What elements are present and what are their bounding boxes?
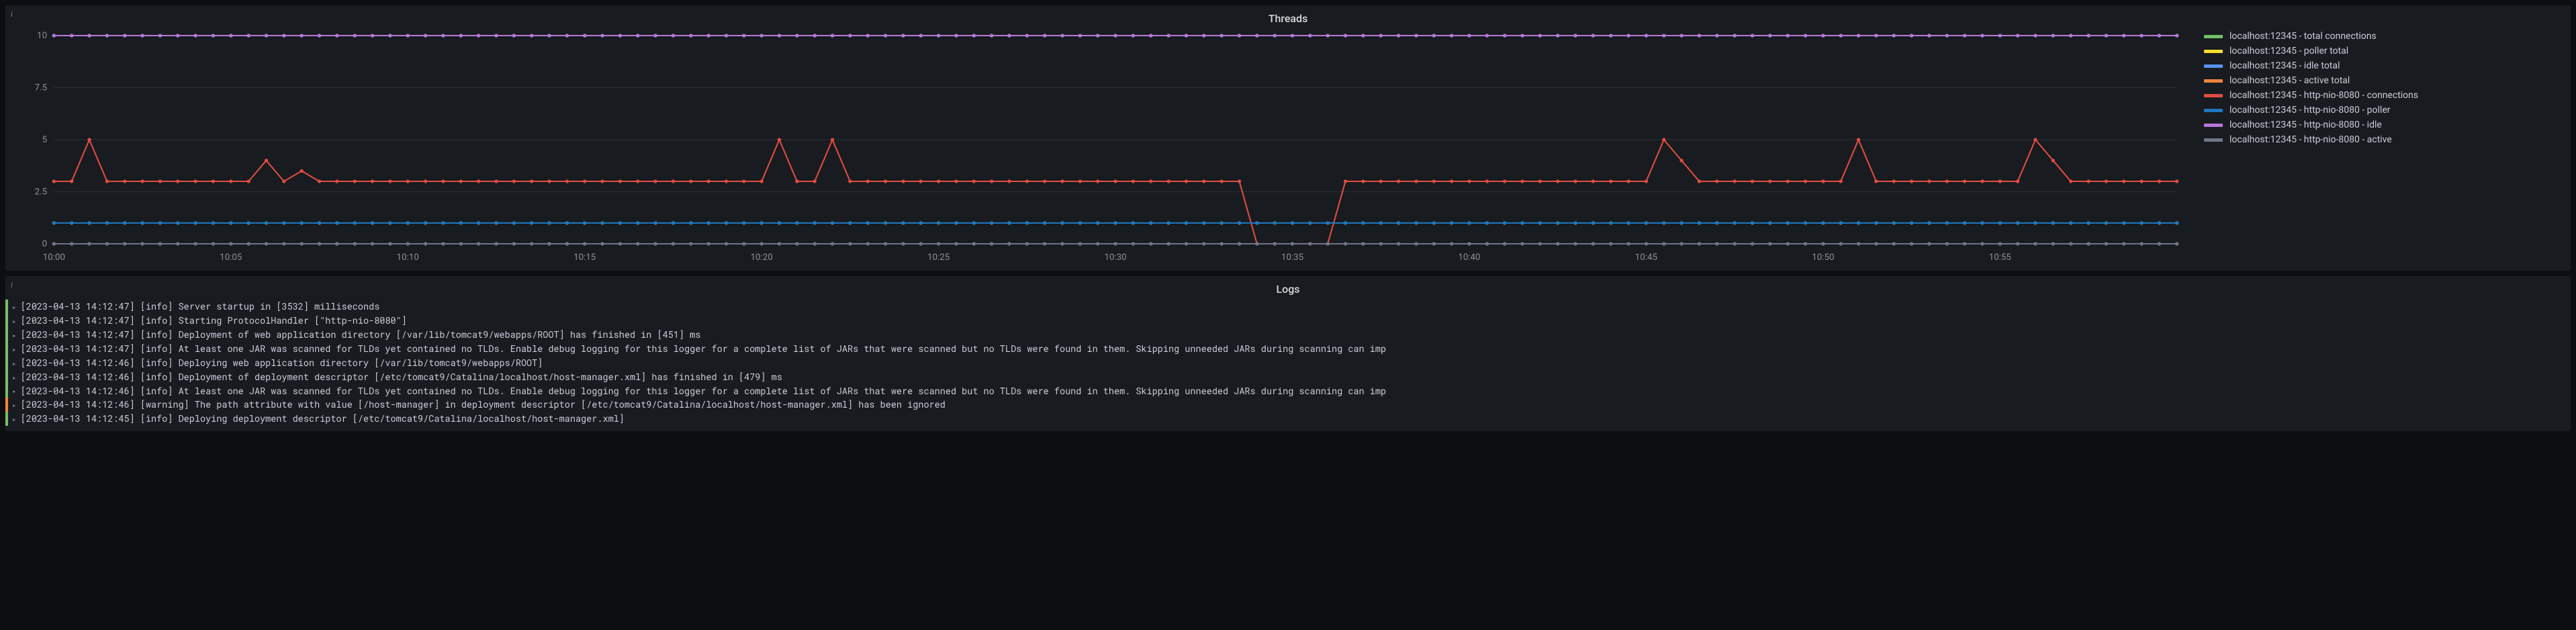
panel-title-threads[interactable]: Threads: [5, 5, 2571, 29]
expand-caret-icon[interactable]: ▸: [12, 413, 17, 424]
log-text: [2023-04-13 14:12:46] [info] At least on…: [21, 384, 1386, 398]
log-line[interactable]: ▸ [2023-04-13 14:12:45] [info] Deploying …: [5, 412, 2571, 426]
legend-label: localhost:12345 - http-nio-8080 - idle: [2229, 120, 2382, 130]
log-level-bar: [5, 314, 8, 328]
threads-chart-svg: 0 2.5 5 7.5 10 10:00 10:05 10:10 10:15 10:20 10:25…: [16, 29, 2184, 264]
svg-text:5: 5: [42, 135, 47, 145]
logs-panel: i Logs ▸ [2023-04-13 14:12:47] [info] Ser…: [5, 276, 2571, 431]
legend-swatch: [2204, 138, 2223, 142]
svg-text:10:40: 10:40: [1458, 253, 1480, 263]
log-text: [2023-04-13 14:12:47] [info] Deployment …: [21, 328, 701, 342]
info-icon[interactable]: i: [11, 280, 13, 289]
legend-label: localhost:12345 - active total: [2229, 75, 2350, 86]
expand-caret-icon[interactable]: ▸: [12, 329, 17, 341]
legend-item[interactable]: localhost:12345 - http-nio-8080 - active: [2204, 132, 2560, 147]
legend-label: localhost:12345 - http-nio-8080 - active: [2229, 134, 2392, 145]
legend-label: localhost:12345 - http-nio-8080 - connec…: [2229, 90, 2418, 101]
legend-label: localhost:12345 - total connections: [2229, 31, 2377, 42]
svg-text:0: 0: [42, 239, 47, 249]
legend-swatch: [2204, 35, 2223, 38]
expand-caret-icon[interactable]: ▸: [12, 385, 17, 396]
log-line[interactable]: ▸ [2023-04-13 14:12:46] [warning] The pat…: [5, 398, 2571, 412]
legend-swatch: [2204, 79, 2223, 83]
legend-item[interactable]: localhost:12345 - http-nio-8080 - idle: [2204, 118, 2560, 132]
log-level-bar: [5, 398, 8, 412]
expand-caret-icon[interactable]: ▸: [12, 371, 17, 383]
expand-caret-icon[interactable]: ▸: [12, 315, 17, 326]
log-level-bar: [5, 356, 8, 370]
legend-swatch: [2204, 94, 2223, 97]
chart-container: 0 2.5 5 7.5 10 10:00 10:05 10:10 10:15 10:20 10:25…: [5, 29, 2571, 271]
svg-text:10:45: 10:45: [1635, 253, 1657, 263]
log-level-bar: [5, 300, 8, 314]
expand-caret-icon[interactable]: ▸: [12, 301, 17, 312]
legend-label: localhost:12345 - http-nio-8080 - poller: [2229, 105, 2390, 116]
svg-text:10:35: 10:35: [1281, 253, 1303, 263]
log-level-bar: [5, 384, 8, 398]
legend-item[interactable]: localhost:12345 - active total: [2204, 73, 2560, 88]
log-text: [2023-04-13 14:12:47] [info] At least on…: [21, 342, 1386, 356]
threads-panel: i Threads 0 2.5 5 7.5 10 10:00 10:05 10:10 10:15…: [5, 5, 2571, 271]
expand-caret-icon[interactable]: ▸: [12, 399, 17, 410]
log-text: [2023-04-13 14:12:45] [info] Deploying d…: [21, 412, 625, 426]
svg-text:10: 10: [37, 31, 47, 41]
svg-text:10:15: 10:15: [573, 253, 596, 263]
legend-label: localhost:12345 - idle total: [2229, 60, 2340, 71]
legend-swatch: [2204, 109, 2223, 112]
expand-caret-icon[interactable]: ▸: [12, 357, 17, 369]
svg-text:10:00: 10:00: [43, 253, 65, 263]
log-text: [2023-04-13 14:12:47] [info] Starting Pr…: [21, 314, 407, 328]
log-level-bar: [5, 328, 8, 342]
chart-legend: localhost:12345 - total connections local…: [2184, 29, 2560, 264]
logs-list[interactable]: ▸ [2023-04-13 14:12:47] [info] Server sta…: [5, 300, 2571, 431]
log-text: [2023-04-13 14:12:46] [warning] The path…: [21, 398, 946, 412]
log-level-bar: [5, 342, 8, 356]
legend-item[interactable]: localhost:12345 - poller total: [2204, 44, 2560, 58]
svg-text:10:50: 10:50: [1812, 253, 1834, 263]
legend-item[interactable]: localhost:12345 - http-nio-8080 - connec…: [2204, 88, 2560, 103]
svg-text:10:20: 10:20: [751, 253, 773, 263]
svg-text:10:05: 10:05: [220, 253, 242, 263]
panel-title-logs[interactable]: Logs: [5, 276, 2571, 300]
svg-text:10:10: 10:10: [397, 253, 419, 263]
svg-text:10:55: 10:55: [1989, 253, 2011, 263]
legend-swatch: [2204, 124, 2223, 127]
log-line[interactable]: ▸ [2023-04-13 14:12:46] [info] At least o…: [5, 384, 2571, 398]
log-line[interactable]: ▸ [2023-04-13 14:12:47] [info] Deployment…: [5, 328, 2571, 342]
log-level-bar: [5, 370, 8, 384]
legend-item[interactable]: localhost:12345 - http-nio-8080 - poller: [2204, 103, 2560, 118]
log-line[interactable]: ▸ [2023-04-13 14:12:46] [info] Deploying …: [5, 356, 2571, 370]
log-line[interactable]: ▸ [2023-04-13 14:12:46] [info] Deployment…: [5, 370, 2571, 384]
expand-caret-icon[interactable]: ▸: [12, 343, 17, 355]
log-line[interactable]: ▸ [2023-04-13 14:12:47] [info] Starting P…: [5, 314, 2571, 328]
legend-swatch: [2204, 50, 2223, 53]
svg-text:10:25: 10:25: [927, 253, 950, 263]
log-level-bar: [5, 412, 8, 426]
chart-plot-area[interactable]: 0 2.5 5 7.5 10 10:00 10:05 10:10 10:15 10:20 10:25…: [16, 29, 2184, 264]
svg-text:2.5: 2.5: [35, 187, 47, 197]
svg-text:10:30: 10:30: [1104, 253, 1126, 263]
log-line[interactable]: ▸ [2023-04-13 14:12:47] [info] At least o…: [5, 342, 2571, 356]
legend-swatch: [2204, 64, 2223, 68]
info-icon[interactable]: i: [11, 9, 13, 19]
log-line[interactable]: ▸ [2023-04-13 14:12:47] [info] Server sta…: [5, 300, 2571, 314]
log-text: [2023-04-13 14:12:47] [info] Server star…: [21, 300, 380, 314]
log-text: [2023-04-13 14:12:46] [info] Deploying w…: [21, 356, 543, 370]
svg-text:7.5: 7.5: [35, 83, 47, 93]
log-text: [2023-04-13 14:12:46] [info] Deployment …: [21, 370, 782, 384]
legend-item[interactable]: localhost:12345 - total connections: [2204, 29, 2560, 44]
legend-label: localhost:12345 - poller total: [2229, 46, 2348, 56]
legend-item[interactable]: localhost:12345 - idle total: [2204, 58, 2560, 73]
